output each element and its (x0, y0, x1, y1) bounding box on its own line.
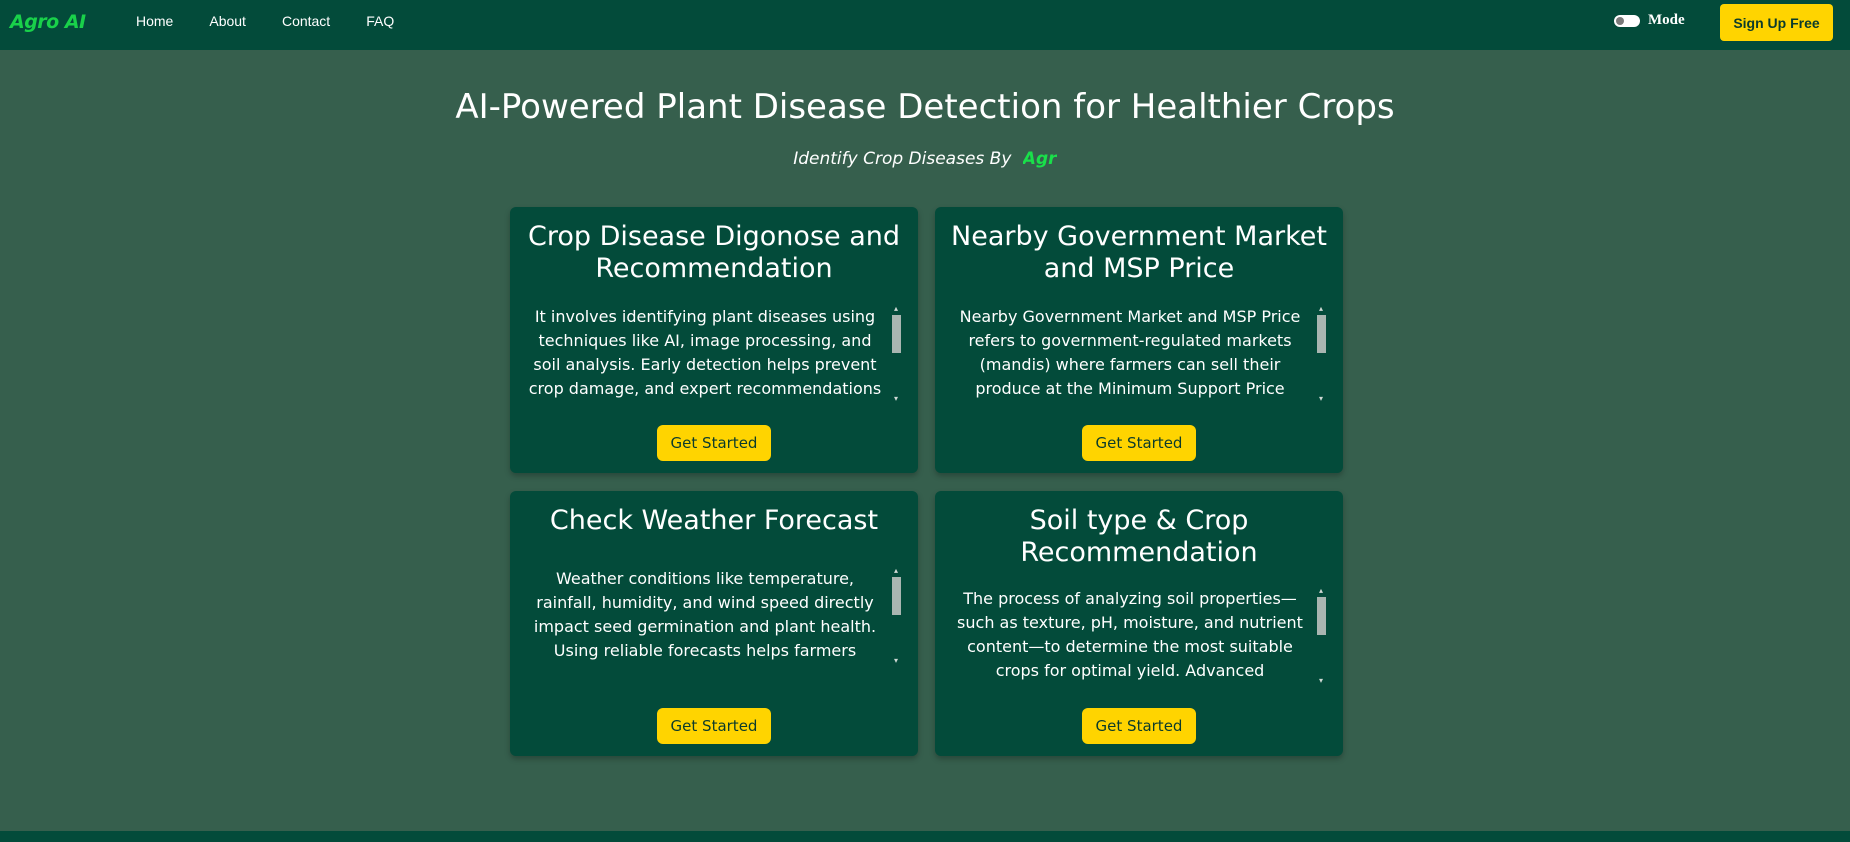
get-started-button[interactable]: Get Started (1082, 425, 1196, 461)
footer (0, 831, 1850, 842)
get-started-button[interactable]: Get Started (1082, 708, 1196, 744)
scroll-up-icon[interactable]: ▴ (892, 305, 900, 313)
scroll-down-icon[interactable]: ▾ (892, 395, 900, 403)
get-started-button[interactable]: Get Started (657, 708, 771, 744)
card-title: Nearby Government Market and MSP Price (951, 221, 1327, 284)
card-description[interactable]: Weather conditions like temperature, rai… (526, 567, 902, 665)
nav-link-home[interactable]: Home (136, 13, 173, 29)
hero-brand-typing: Agro AI (1022, 149, 1057, 169)
nav-link-contact[interactable]: Contact (282, 13, 330, 29)
card-description[interactable]: It involves identifying plant diseases u… (526, 305, 902, 403)
get-started-button[interactable]: Get Started (657, 425, 771, 461)
scroll-down-icon[interactable]: ▾ (892, 657, 900, 665)
scroll-thumb[interactable] (1317, 315, 1326, 353)
nav-link-faq[interactable]: FAQ (366, 13, 394, 29)
scroll-thumb[interactable] (892, 577, 901, 615)
card-description-text: Nearby Government Market and MSP Price r… (959, 307, 1301, 398)
card-description-text: Weather conditions like temperature, rai… (533, 569, 877, 660)
card-weather: Check Weather Forecast Weather condition… (510, 491, 918, 756)
card-soil-crop: Soil type & Crop Recommendation The proc… (935, 491, 1343, 756)
nav-links: Home About Contact FAQ (136, 0, 430, 42)
nav-link-about[interactable]: About (209, 13, 246, 29)
scroll-down-icon[interactable]: ▾ (1317, 395, 1325, 403)
page-title: AI-Powered Plant Disease Detection for H… (455, 87, 1395, 127)
scroll-thumb[interactable] (1317, 597, 1326, 635)
card-description[interactable]: The process of analyzing soil properties… (951, 587, 1327, 685)
navbar: Agro AI Home About Contact FAQ Mode Sign… (0, 0, 1850, 50)
hero-subtitle: Identify Crop Diseases By Agro AI (0, 149, 1850, 169)
sign-up-button[interactable]: Sign Up Free (1720, 4, 1833, 41)
scroll-thumb[interactable] (892, 315, 901, 353)
card-scrollbar[interactable]: ▴ ▾ (1315, 305, 1327, 403)
toggle-knob-icon (1616, 16, 1624, 25)
card-title: Soil type & Crop Recommendation (1020, 505, 1258, 568)
scroll-up-icon[interactable]: ▴ (892, 567, 900, 575)
logo[interactable]: Agro AI (10, 11, 86, 33)
scroll-up-icon[interactable]: ▴ (1317, 305, 1325, 313)
mode-label: Mode (1648, 12, 1685, 28)
card-crop-disease: Crop Disease Digonose and Recommendation… (510, 207, 918, 473)
card-scrollbar[interactable]: ▴ ▾ (890, 567, 902, 665)
card-title: Crop Disease Digonose and Recommendation (527, 221, 900, 284)
card-scrollbar[interactable]: ▴ ▾ (890, 305, 902, 403)
card-market-msp: Nearby Government Market and MSP Price N… (935, 207, 1343, 473)
mode-toggle[interactable] (1614, 14, 1640, 27)
card-scrollbar[interactable]: ▴ ▾ (1315, 587, 1327, 685)
scroll-up-icon[interactable]: ▴ (1317, 587, 1325, 595)
card-description[interactable]: Nearby Government Market and MSP Price r… (951, 305, 1327, 403)
hero-subtitle-text: Identify Crop Diseases By (793, 149, 1012, 169)
card-description-text: It involves identifying plant diseases u… (528, 307, 882, 398)
card-title: Check Weather Forecast (549, 505, 879, 536)
scroll-down-icon[interactable]: ▾ (1317, 677, 1325, 685)
card-description-text: The process of analyzing soil properties… (957, 589, 1303, 680)
mode-switch: Mode (1614, 12, 1685, 29)
